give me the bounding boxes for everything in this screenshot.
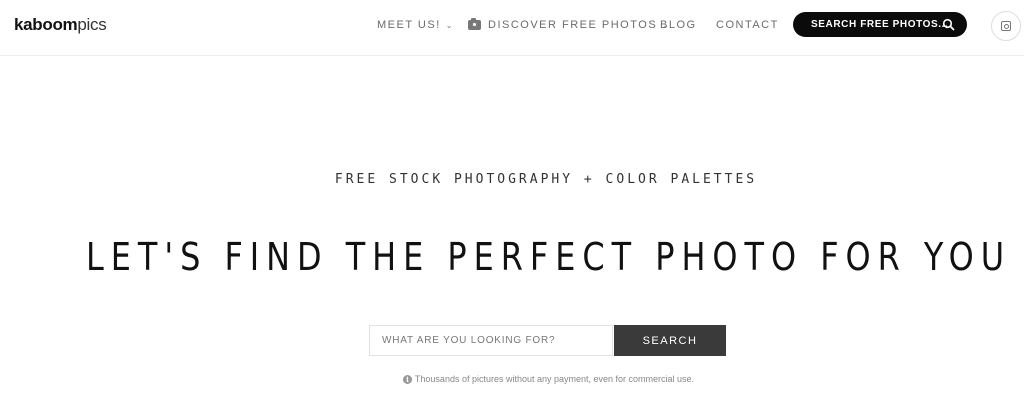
- camera-icon: [468, 18, 481, 30]
- instagram-button[interactable]: [991, 11, 1021, 41]
- nav-discover-label: DISCOVER FREE PHOTOS: [488, 19, 658, 31]
- search-input[interactable]: [369, 325, 613, 356]
- nav-blog-label: BLOG: [660, 19, 697, 31]
- search-button[interactable]: SEARCH: [614, 325, 726, 356]
- logo-light: pics: [77, 15, 107, 34]
- info-note-text: Thousands of pictures without any paymen…: [414, 374, 695, 384]
- nav-contact[interactable]: CONTACT: [716, 19, 779, 31]
- nav-discover[interactable]: DISCOVER FREE PHOTOS ⌄: [468, 18, 670, 31]
- nav-blog[interactable]: BLOG: [660, 19, 697, 31]
- hero-headline: LET'S FIND THE PERFECT PHOTO FOR YOU: [86, 235, 1012, 279]
- instagram-icon: [1001, 21, 1011, 31]
- nav-meet-us-label: MEET US!: [377, 19, 441, 31]
- search-icon: [942, 18, 955, 31]
- info-note: i Thousands of pictures without any paym…: [0, 374, 1024, 384]
- nav-contact-label: CONTACT: [716, 19, 779, 31]
- site-header: kaboompics MEET US! ⌄ DISCOVER FREE PHOT…: [0, 0, 1024, 56]
- nav-meet-us[interactable]: MEET US! ⌄: [377, 19, 454, 31]
- chevron-down-icon: ⌄: [445, 20, 454, 30]
- info-icon: i: [402, 374, 412, 384]
- hero-tagline: FREE STOCK PHOTOGRAPHY + COLOR PALETTES: [334, 172, 758, 187]
- search-free-photos-button[interactable]: SEARCH FREE PHOTOS...: [793, 12, 967, 37]
- logo-bold: kaboom: [14, 15, 78, 34]
- search-pill-label: SEARCH FREE PHOTOS...: [811, 19, 949, 30]
- logo[interactable]: kaboompics: [14, 15, 107, 35]
